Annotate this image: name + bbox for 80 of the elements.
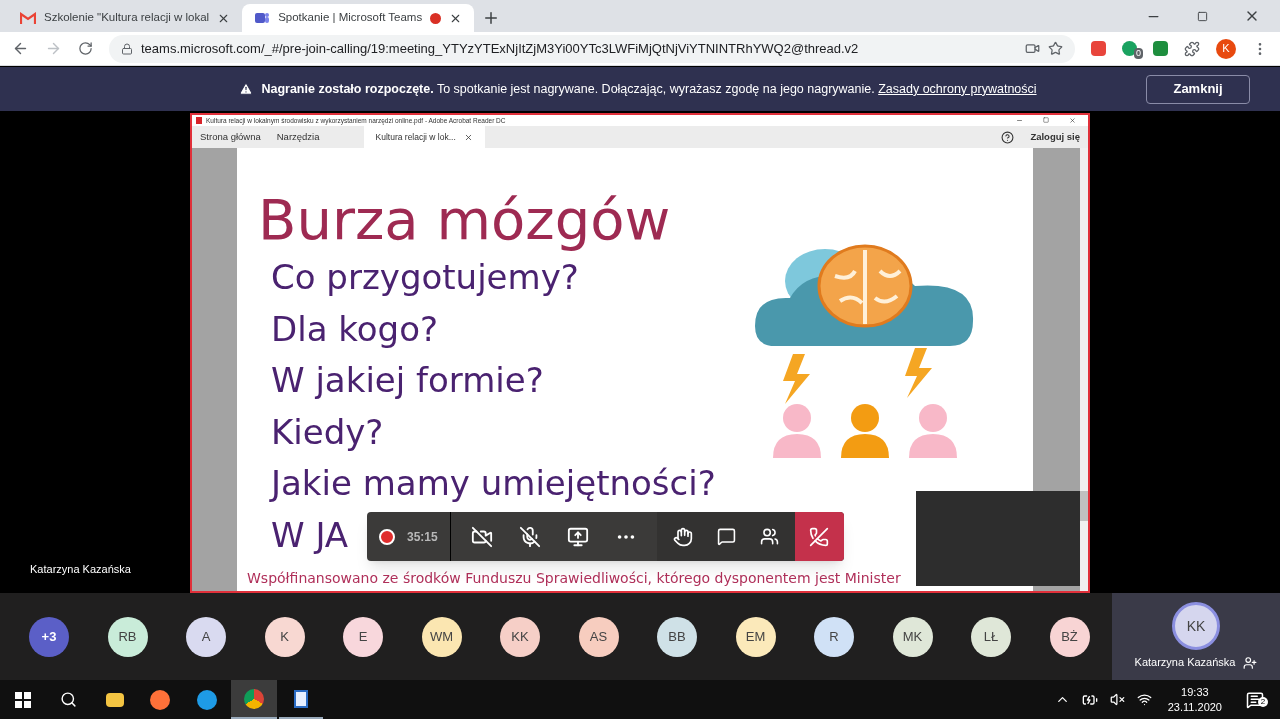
extensions-icon[interactable]	[1184, 40, 1200, 57]
participant-avatar[interactable]: MK	[892, 616, 933, 657]
bookmark-star-icon[interactable]	[1048, 41, 1063, 56]
browser-tab[interactable]: Szkolenie "Kultura relacji w lokal	[8, 4, 243, 32]
windows-start-icon[interactable]	[15, 691, 31, 708]
reload-icon[interactable]	[78, 41, 93, 56]
minimize-icon[interactable]	[1016, 117, 1023, 124]
participant-avatar[interactable]: AS	[578, 616, 619, 657]
presenter-name: Katarzyna Kazańska	[30, 561, 132, 577]
participant-avatar[interactable]: EM	[735, 616, 776, 657]
slide-question: Kiedy?	[271, 410, 384, 454]
help-icon[interactable]	[1001, 130, 1015, 144]
document-icon	[294, 689, 308, 708]
participant-avatar[interactable]: KK	[500, 616, 540, 657]
wifi-icon[interactable]	[1136, 692, 1152, 707]
sign-in-link[interactable]: Zaloguj się	[1030, 129, 1080, 145]
address-bar[interactable]: teams.microsoft.com/_#/pre-join-calling/19:meeting_YTYzYTExNjItZjM3Yi00YTc3LWFiMjQtNjViYTNINTRhYWQ2@thread.v2	[109, 34, 1075, 63]
close-icon[interactable]	[463, 132, 473, 142]
slide-question: W JA	[271, 513, 349, 557]
lock-icon	[121, 42, 133, 55]
tab-label: Narzędzia	[276, 129, 320, 144]
warning-icon	[239, 82, 254, 96]
participants-icon[interactable]	[759, 527, 779, 546]
back-icon[interactable]	[12, 40, 29, 57]
self-avatar: KK	[1172, 602, 1220, 651]
extension-icon[interactable]	[1091, 41, 1106, 56]
participant-avatar[interactable]: E	[343, 616, 383, 657]
participant-avatar[interactable]: R	[814, 616, 854, 657]
participant-avatar[interactable]: WM	[421, 616, 462, 657]
microphone-off-icon[interactable]	[518, 525, 541, 548]
close-button[interactable]: Zamknij	[1146, 74, 1250, 104]
browser-tab[interactable]: Spotkanie | Microsoft Teams	[242, 4, 475, 32]
participant-avatar[interactable]: LŁ	[971, 616, 1011, 657]
camera-icon[interactable]	[1025, 41, 1040, 56]
participant-avatar[interactable]: A	[186, 616, 226, 657]
participant-avatar[interactable]: +3	[29, 616, 69, 657]
notification-count: 2	[1258, 696, 1268, 707]
slide-question: Jakie mamy umiejętności?	[271, 462, 716, 505]
scrollbar[interactable]	[1080, 148, 1088, 591]
participant-avatar[interactable]: RB	[107, 616, 148, 657]
time-text: 19:33	[1181, 684, 1209, 700]
participant-avatar[interactable]: K	[264, 616, 305, 657]
reader-tab[interactable]: Strona główna	[192, 126, 269, 148]
profile-avatar[interactable]: K	[1216, 38, 1236, 59]
slide-question: Dla kogo?	[271, 307, 438, 351]
hang-up-button[interactable]	[794, 512, 844, 561]
slide-footer: Współfinansowano ze środków Funduszu Sprawiedliwości, którego dysponentem jest Minister	[247, 568, 1033, 589]
participant-avatar[interactable]: BB	[657, 616, 697, 657]
maximize-icon[interactable]	[1043, 117, 1049, 123]
privacy-link[interactable]: Zasady ochrony prywatności	[878, 81, 1037, 96]
url-text: teams.microsoft.com/_#/pre-join-calling/19:meeting_YTYzYTExNjItZjM3Yi00YTc3LWFiMjQtNjViYTNINTRhYWQ2@thread.v2	[141, 39, 860, 58]
chat-icon[interactable]	[716, 527, 736, 546]
search-icon[interactable]	[60, 691, 77, 708]
slide-question: Co przygotujemy?	[271, 256, 579, 299]
person-icon[interactable]	[1243, 655, 1258, 670]
slide-title: Burza mózgów	[258, 188, 672, 252]
self-name: Katarzyna Kazańska	[1134, 655, 1236, 671]
pdf-icon	[196, 117, 202, 124]
tab-label: Kultura relacji w lok...	[375, 130, 456, 144]
chrome-taskbar-button[interactable]	[231, 680, 277, 719]
extension-badge: 0	[1134, 48, 1143, 59]
reader-tab[interactable]: Kultura relacji w lok...	[363, 126, 485, 148]
camera-off-icon[interactable]	[470, 525, 493, 548]
reader-tab[interactable]: Narzędzia	[268, 126, 328, 148]
phone-icon	[809, 526, 830, 547]
clock[interactable]: 19:33 23.11.2020	[1163, 684, 1226, 715]
share-screen-icon[interactable]	[566, 525, 589, 548]
mail-icon	[20, 12, 36, 24]
maximize-icon[interactable]	[1197, 10, 1208, 22]
tab-label: Strona główna	[200, 129, 261, 144]
participant-avatar[interactable]: BŻ	[1049, 616, 1090, 657]
slide-question: W jakiej formie?	[271, 359, 544, 402]
tab-title: Szkolenie "Kultura relacji w lokal	[44, 10, 210, 26]
hand-icon[interactable]	[672, 526, 693, 547]
tab-title: Spotkanie | Microsoft Teams	[278, 10, 423, 26]
date-text: 23.11.2020	[1167, 699, 1222, 715]
folder-icon[interactable]	[106, 692, 124, 707]
call-timer: 35:15	[407, 528, 438, 546]
volume-muted-icon[interactable]	[1109, 692, 1125, 707]
recording-notice: Nagranie zostało rozpoczęte. To spotkanie jest nagrywane. Dołączając, wyrażasz zgodę na jego nagrywanie. Zasady ochrony prywatności	[261, 80, 1037, 98]
